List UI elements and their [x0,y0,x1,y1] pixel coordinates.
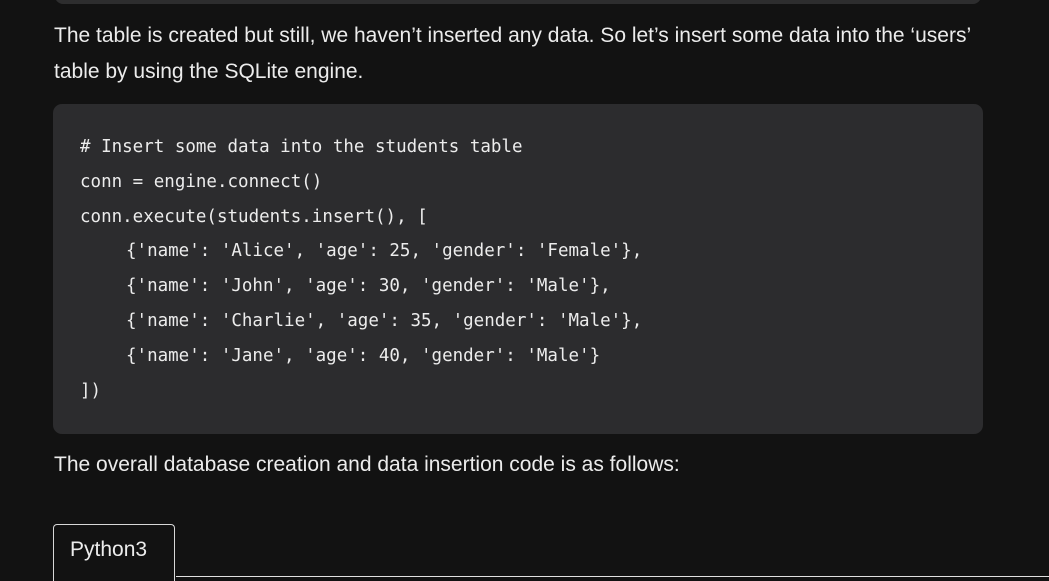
code-language-tabs: Python3 [53,524,1049,581]
code-block[interactable]: # Insert some data into the students tab… [53,104,983,434]
code-line-close: ]) [80,380,102,401]
intro-paragraph: The table is created but still, we haven… [54,24,971,83]
tab-label: Python3 [70,538,148,561]
outro-paragraph: The overall database creation and data i… [54,453,680,476]
code-line-row-john: {'name': 'John', 'age': 30, 'gender': 'M… [126,276,611,297]
code-line-row-jane: {'name': 'Jane', 'age': 40, 'gender': 'M… [126,345,601,366]
code-line-row-charlie: {'name': 'Charlie', 'age': 35, 'gender':… [126,310,643,331]
code-line-row-alice: {'name': 'Alice', 'age': 25, 'gender': '… [126,241,643,262]
code-line-execute: conn.execute(students.insert(), [ [80,206,428,227]
code-content: # Insert some data into the students tab… [80,130,642,408]
tab-python3[interactable]: Python3 [53,524,175,581]
code-line-comment: # Insert some data into the students tab… [80,137,523,157]
previous-code-block-edge [55,0,981,4]
tab-underline [176,576,1049,577]
code-line-connect: conn = engine.connect() [80,171,323,192]
